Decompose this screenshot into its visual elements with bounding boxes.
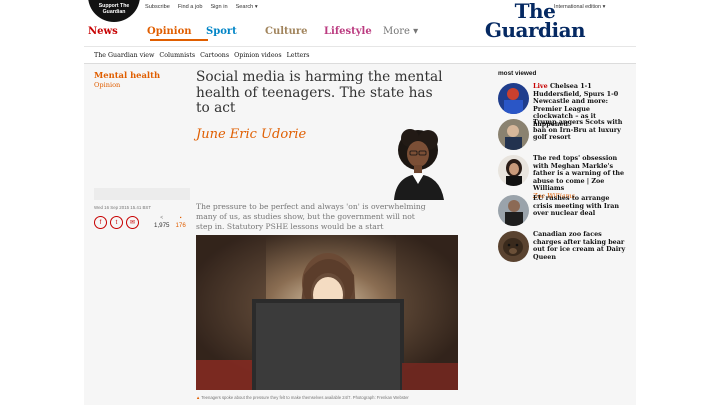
author-byline[interactable]: June Eric Udorie (196, 127, 306, 142)
subscribe-link[interactable]: Subscribe (145, 4, 170, 10)
engagement-counts: < 1,975 ▪ 176 (154, 215, 186, 229)
most-viewed-panel: most viewed Live Chelsea 1-1 Huddersfiel… (498, 70, 630, 267)
pillar-opinion[interactable]: Opinion (147, 24, 206, 44)
comment-count-value: 176 (175, 222, 186, 229)
most-viewed-text: Trump angers Scots with ban on Irn-Bru a… (533, 118, 623, 142)
share-buttons: f t ✉ (94, 216, 139, 229)
page: Support The Guardian Subscribe Find a jo… (84, 0, 636, 405)
sub-navigation: The Guardian view Columnists Cartoons Op… (84, 46, 636, 64)
more-label: More (383, 26, 410, 37)
author-portrait-image (376, 124, 458, 200)
comment-icon: ▪ (179, 215, 182, 221)
most-viewed-item[interactable]: Live Chelsea 1-1 Huddersfield, Spurs 1-0… (498, 82, 630, 128)
most-viewed-text: EU rushes to arrange crisis meeting with… (533, 194, 620, 218)
share-count-icon: < (160, 215, 164, 221)
pillar-more[interactable]: More ▾ (383, 24, 442, 44)
image-caption: ▲ Teenagers spoke about the pressure the… (196, 395, 458, 400)
chevron-down-icon: ▾ (413, 26, 419, 37)
thumbnail-image (498, 155, 529, 186)
logo-line2: Guardian (484, 18, 586, 42)
facebook-share-icon[interactable]: f (94, 216, 107, 229)
most-viewed-headline: EU rushes to arrange crisis meeting with… (533, 194, 630, 231)
share-count: < 1,975 (154, 215, 169, 229)
subnav-columnists[interactable]: Columnists (159, 52, 195, 59)
kicker-link[interactable]: Opinion (94, 81, 190, 89)
article-meta-column: Mental health Opinion (94, 70, 190, 89)
comment-count[interactable]: ▪ 176 (175, 215, 185, 229)
most-viewed-item[interactable]: EU rushes to arrange crisis meeting with… (498, 194, 630, 231)
caption-triangle-icon: ▲ (196, 395, 201, 400)
most-viewed-headline: The red tops' obsession with Meghan Mark… (533, 154, 630, 200)
most-viewed-item[interactable]: The red tops' obsession with Meghan Mark… (498, 154, 630, 200)
pillar-sport[interactable]: Sport (206, 24, 265, 44)
pillar-news[interactable]: News (88, 24, 147, 44)
search-link[interactable]: Search ▾ (236, 4, 258, 10)
thumbnail-image (498, 119, 529, 150)
thumbnail-image (498, 195, 529, 226)
guardian-logo[interactable]: The Guardian (470, 1, 600, 42)
thumbnail-image (498, 83, 529, 114)
most-viewed-headline: Live Chelsea 1-1 Huddersfield, Spurs 1-0… (533, 82, 630, 128)
most-viewed-headline: Trump angers Scots with ban on Irn-Bru a… (533, 118, 630, 155)
subnav-cartoons[interactable]: Cartoons (200, 52, 229, 59)
subnav-opinion-videos[interactable]: Opinion videos (234, 52, 281, 59)
sign-in-link[interactable]: Sign in (210, 4, 227, 10)
support-button[interactable]: Support The Guardian (88, 0, 140, 22)
article-main-image[interactable] (196, 235, 458, 390)
most-viewed-item[interactable]: Canadian zoo faces charges after taking … (498, 230, 630, 267)
most-viewed-text: The red tops' obsession with Meghan Mark… (533, 154, 625, 193)
caption-text: Teenagers spoke about the pressure they … (201, 395, 409, 400)
meta-placeholder (94, 188, 190, 200)
top-links: Subscribe Find a job Sign in Search ▾ (145, 4, 258, 10)
most-viewed-title: most viewed (498, 70, 537, 77)
pillar-nav: News Opinion Sport Culture Lifestyle Mor… (88, 24, 442, 44)
chevron-down-icon: ▾ (602, 4, 606, 10)
most-viewed-item[interactable]: Trump angers Scots with ban on Irn-Bru a… (498, 118, 630, 155)
find-job-link[interactable]: Find a job (178, 4, 203, 10)
article-standfirst: The pressure to be perfect and always 'o… (196, 202, 426, 231)
publish-date: Wed 16 Sep 2015 15.41 BST (94, 205, 152, 210)
share-count-value: 1,975 (154, 222, 170, 229)
most-viewed-text: Canadian zoo faces charges after taking … (533, 230, 626, 261)
email-share-icon[interactable]: ✉ (126, 216, 139, 229)
search-label: Search (235, 4, 254, 10)
pillar-lifestyle[interactable]: Lifestyle (324, 24, 383, 44)
section-link[interactable]: Mental health (94, 70, 190, 80)
subnav-letters[interactable]: Letters (287, 52, 310, 59)
thumbnail-image (498, 231, 529, 262)
article-headline: Social media is harming the mental healt… (196, 69, 443, 116)
active-pillar-indicator (150, 39, 208, 41)
author-photo (376, 124, 458, 200)
twitter-share-icon[interactable]: t (110, 216, 123, 229)
chevron-down-icon: ▾ (254, 4, 258, 10)
teen-laptop-photo (196, 235, 458, 390)
pillar-culture[interactable]: Culture (265, 24, 324, 44)
most-viewed-headline: Canadian zoo faces charges after taking … (533, 230, 630, 267)
subnav-guardian-view[interactable]: The Guardian view (94, 52, 154, 59)
